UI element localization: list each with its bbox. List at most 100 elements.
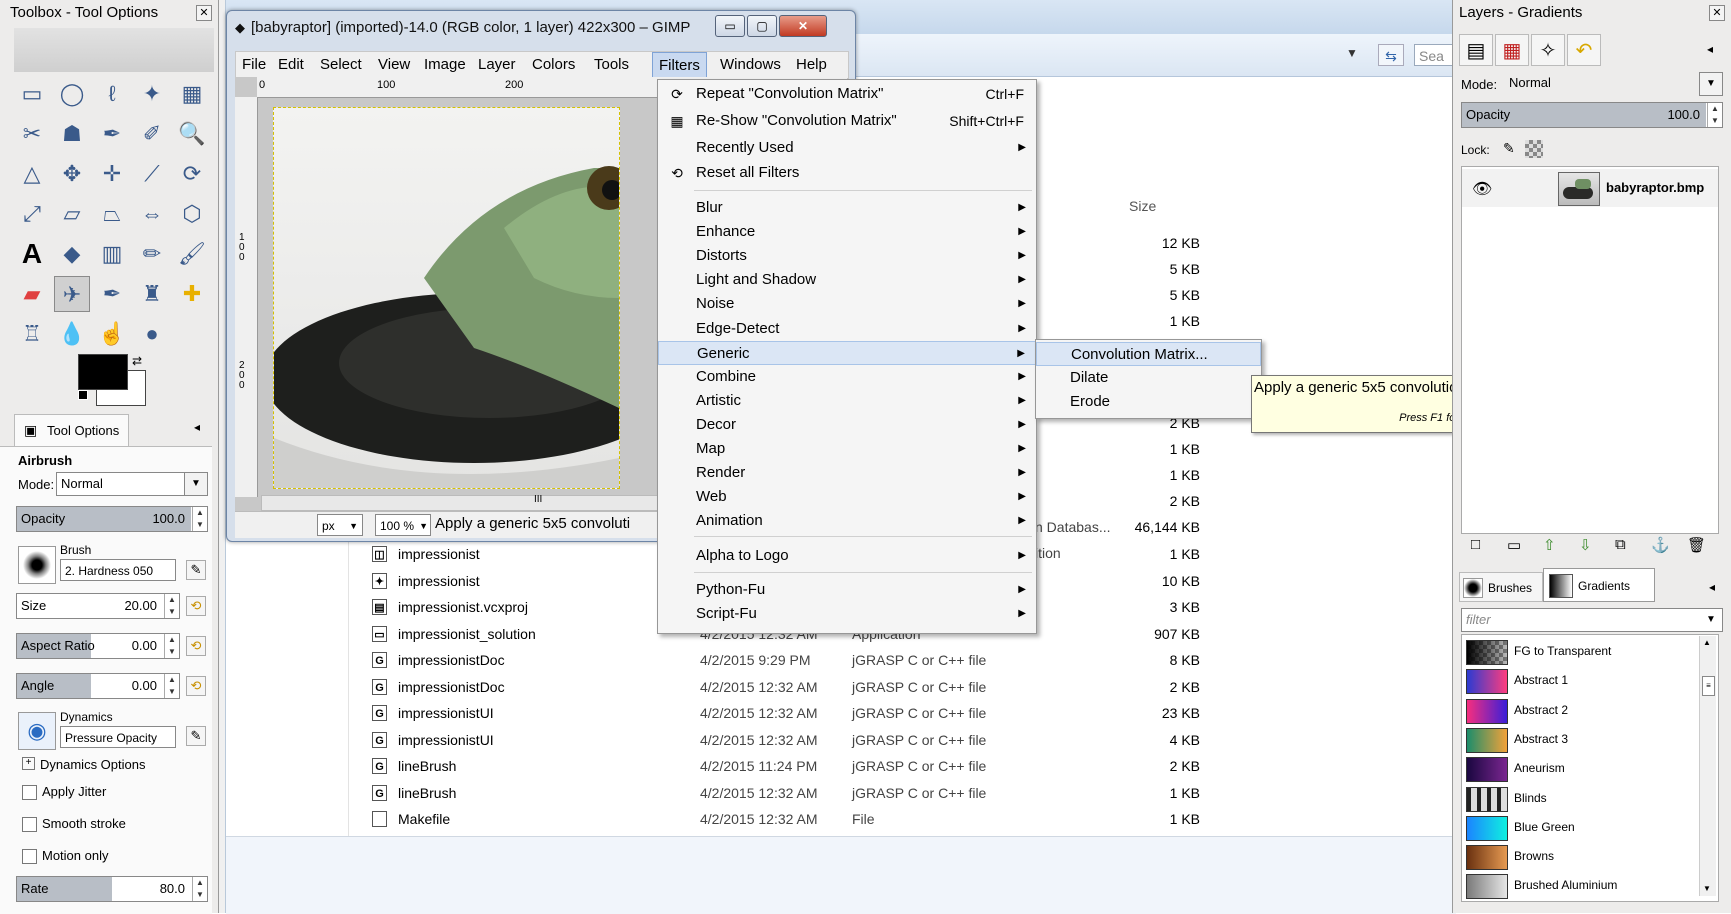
file-row[interactable]: GlineBrush 4/2/2015 11:24 PM jGRASP C or C… [372, 753, 1212, 779]
edit-brush-icon[interactable]: ✎ [186, 560, 206, 580]
heal-icon[interactable]: ✚ [174, 276, 210, 312]
channels-tab-icon[interactable]: ▦ [1495, 34, 1529, 66]
file-row[interactable]: GlineBrush 4/2/2015 12:32 AM jGRASP C or C… [372, 780, 1212, 806]
eraser-icon[interactable]: ▰ [14, 276, 50, 312]
swap-colors-icon[interactable]: ⇄ [132, 354, 142, 368]
column-header-size[interactable]: Size [1129, 198, 1156, 214]
gradient-item[interactable]: FG to Transparent [1462, 637, 1718, 666]
gradient-item[interactable]: Brushed Aluminium [1462, 871, 1718, 900]
filter-item-1[interactable]: ▦ Re-Show "Convolution Matrix" Shift+Ctrl+… [658, 109, 1036, 133]
delete-layer-icon[interactable]: 🗑 [1687, 536, 1706, 554]
gradient-scrollbar[interactable]: ▲ ≡ ▼ [1699, 636, 1716, 896]
airbrush-icon[interactable]: ✈ [54, 276, 90, 312]
gradient-item[interactable]: Blue Green [1462, 813, 1718, 842]
layer-opacity-slider[interactable]: Opacity 100.0 ▲ ▼ [1461, 102, 1723, 128]
paths-icon[interactable]: ✒ [94, 116, 130, 152]
paths-tab-icon[interactable]: ✧ [1531, 34, 1565, 66]
layer-mode-select[interactable]: Normal ▼ [1505, 72, 1723, 96]
anchor-layer-icon[interactable]: ⚓ [1651, 536, 1670, 554]
dynamics-options[interactable]: Dynamics Options [40, 757, 145, 772]
opacity-slider[interactable]: Opacity 100.0 ▲ ▼ [16, 506, 208, 532]
rate-slider[interactable]: Rate 80.0 ▲ ▼ [16, 876, 208, 902]
zoom-select[interactable]: 100 % ▼ [375, 514, 431, 536]
fuzzy-select-icon[interactable]: ✦ [134, 76, 170, 112]
filter-group-animation[interactable]: Animation ▶ [658, 509, 1036, 533]
expand-icon[interactable]: + [22, 757, 35, 770]
undo-tab-icon[interactable]: ↶ [1567, 34, 1601, 66]
brush-field[interactable]: 2. Hardness 050 [60, 559, 176, 581]
brush-preview[interactable] [18, 546, 56, 584]
color-picker-icon[interactable]: ✐ [134, 116, 170, 152]
apply-jitter-checkbox[interactable] [22, 785, 37, 800]
menu-windows[interactable]: Windows [714, 52, 787, 78]
lower-layer-icon[interactable]: ⇩ [1579, 536, 1592, 554]
filter-group-combine[interactable]: Combine ▶ [658, 365, 1036, 389]
lock-pixels-icon[interactable]: ✎ [1503, 140, 1515, 157]
filter-group-render[interactable]: Render ▶ [658, 461, 1036, 485]
gradient-item[interactable]: Abstract 2 [1462, 696, 1718, 725]
menu-view[interactable]: View [372, 52, 416, 78]
align-icon[interactable]: ✛ [94, 156, 130, 192]
new-layer-icon[interactable]: □ [1471, 536, 1480, 553]
filter-group-map[interactable]: Map ▶ [658, 437, 1036, 461]
filter-group-distorts[interactable]: Distorts ▶ [658, 244, 1036, 268]
tab-menu-icon[interactable]: ◂ [194, 420, 200, 434]
cage-icon[interactable]: ⬡ [174, 196, 210, 232]
default-colors-icon[interactable] [78, 390, 88, 400]
ellipse-select-icon[interactable]: ◯ [54, 76, 90, 112]
edit-dynamics-icon[interactable]: ✎ [186, 726, 206, 746]
filter-alpha-to-logo[interactable]: Alpha to Logo ▶ [658, 544, 1036, 568]
submenu-item-erode[interactable]: Erode [1036, 390, 1261, 414]
tab-menu-icon[interactable]: ◂ [1709, 580, 1715, 594]
blend-icon[interactable]: ▥ [94, 236, 130, 272]
new-layer-group-icon[interactable]: ▭ [1507, 536, 1521, 554]
vertical-ruler[interactable]: 1 0 0 2 0 0 [235, 97, 258, 497]
eye-icon[interactable]: 👁 [1472, 179, 1492, 199]
foreground-color-swatch[interactable] [78, 354, 128, 390]
text-icon[interactable]: A [14, 236, 50, 272]
filter-group-blur[interactable]: Blur ▶ [658, 196, 1036, 220]
filter-item-3[interactable]: ⟲ Reset all Filters [658, 161, 1036, 185]
filter-item-2[interactable]: Recently Used ▶ [658, 136, 1036, 160]
file-row[interactable]: GimpressionistUI 4/2/2015 12:32 AM jGRASP … [372, 700, 1212, 726]
filter-group-enhance[interactable]: Enhance ▶ [658, 220, 1036, 244]
filter-item-0[interactable]: ⟳ Repeat "Convolution Matrix" Ctrl+F [658, 82, 1036, 106]
shear-icon[interactable]: ▱ [54, 196, 90, 232]
blur-icon[interactable]: 💧 [54, 316, 90, 352]
size-slider[interactable]: Size 20.00 ▲ ▼ [16, 593, 180, 619]
menu-help[interactable]: Help [790, 52, 833, 78]
explorer-search-input[interactable]: Sea [1414, 44, 1454, 66]
angle-slider[interactable]: Angle 0.00 ▲ ▼ [16, 673, 180, 699]
address-dropdown-icon[interactable]: ▼ [1346, 46, 1358, 60]
maximize-button[interactable]: ▢ [747, 15, 777, 37]
scale-icon[interactable]: ⤢ [14, 196, 50, 232]
ink-icon[interactable]: ✒ [94, 276, 130, 312]
mode-select[interactable]: Normal ▼ [56, 472, 208, 496]
close-icon[interactable]: ✕ [196, 5, 212, 21]
menu-layer[interactable]: Layer [472, 52, 522, 78]
measure-icon[interactable]: △ [14, 156, 50, 192]
menu-tools[interactable]: Tools [588, 52, 635, 78]
filter-group-artistic[interactable]: Artistic ▶ [658, 389, 1036, 413]
aspect-ratio-slider[interactable]: Aspect Ratio 0.00 ▲ ▼ [16, 633, 180, 659]
perspective-clone-icon[interactable]: ♖ [14, 316, 50, 352]
perspective-icon[interactable]: ⏢ [94, 196, 130, 232]
layers-tab-icon[interactable]: ▤ [1459, 34, 1493, 66]
zoom-icon[interactable]: 🔍 [174, 116, 210, 152]
gradient-item[interactable]: Abstract 3 [1462, 725, 1718, 754]
filter-group-decor[interactable]: Decor ▶ [658, 413, 1036, 437]
image-canvas[interactable] [273, 107, 620, 489]
file-row[interactable]: Makefile 4/2/2015 12:32 AM File 1 KB [372, 806, 1212, 832]
minimize-button[interactable]: ▭ [715, 15, 745, 37]
menu-edit[interactable]: Edit [272, 52, 310, 78]
menu-file[interactable]: File [236, 52, 272, 78]
file-row[interactable]: GimpressionistDoc 4/2/2015 9:29 PM jGRASP … [372, 647, 1212, 673]
menu-filters[interactable]: Filters [652, 52, 707, 78]
rect-select-icon[interactable]: ▭ [14, 76, 50, 112]
duplicate-layer-icon[interactable]: ⧉ [1615, 536, 1626, 553]
move-icon[interactable]: ✥ [54, 156, 90, 192]
flip-icon[interactable]: ⇔ [134, 196, 170, 232]
submenu-item-dilate[interactable]: Dilate [1036, 366, 1261, 390]
menu-image[interactable]: Image [418, 52, 472, 78]
unit-select[interactable]: px ▼ [317, 514, 363, 536]
